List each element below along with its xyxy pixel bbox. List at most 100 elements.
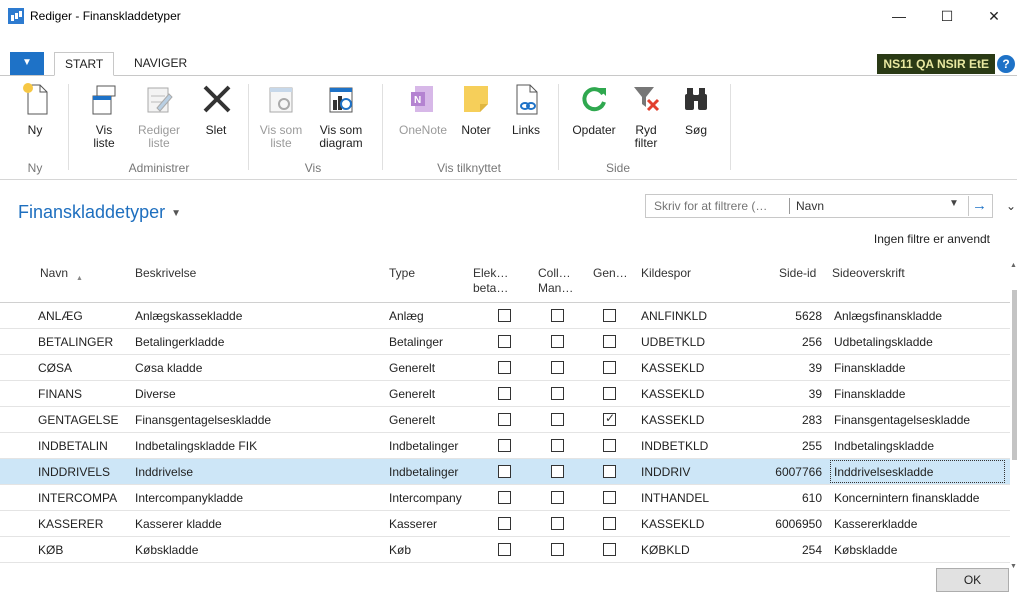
cell-kildespor[interactable]: KASSEKLD [641, 387, 704, 401]
table-row[interactable]: FINANS Diverse Generelt KASSEKLD Finanskladd… [0, 381, 1010, 407]
checkbox-elek[interactable] [498, 361, 511, 374]
cell-beskrivelse[interactable]: Diverse [135, 387, 176, 401]
cell-side-id[interactable]: 5628 [730, 309, 822, 323]
checkbox-gen[interactable] [603, 387, 616, 400]
cell-sideoverskrift[interactable]: Koncernintern finanskladde [834, 491, 979, 505]
noter-button[interactable]: Noter [458, 82, 494, 137]
vertical-scrollbar[interactable] [1010, 262, 1017, 572]
cell-type[interactable]: Generelt [389, 387, 435, 401]
checkbox-coll[interactable] [551, 335, 564, 348]
file-menu-button[interactable]: ▼ [10, 52, 44, 75]
checkbox-coll[interactable] [551, 309, 564, 322]
cell-side-id[interactable]: 256 [730, 335, 822, 349]
cell-sideoverskrift[interactable]: Finansgentagelseskladde [834, 413, 970, 427]
links-button[interactable]: Links [508, 82, 544, 137]
cell-side-id[interactable]: 39 [730, 387, 822, 401]
cell-beskrivelse[interactable]: Købskladde [135, 543, 198, 557]
cell-beskrivelse[interactable]: Cøsa kladde [135, 361, 202, 375]
tab-naviger[interactable]: NAVIGER [124, 52, 197, 76]
cell-side-id[interactable]: 610 [730, 491, 822, 505]
cell-navn[interactable]: ANLÆG [38, 309, 83, 323]
rediger-liste-button[interactable]: Rediger liste [134, 82, 184, 150]
checkbox-gen[interactable] [603, 309, 616, 322]
cell-type[interactable]: Anlæg [389, 309, 424, 323]
page-title[interactable]: Finanskladdetyper ▼ [18, 202, 181, 223]
cell-navn[interactable]: INTERCOMPA [38, 491, 117, 505]
cell-type[interactable]: Kasserer [389, 517, 437, 531]
column-header-beskrivelse[interactable]: Beskrivelse [135, 266, 196, 281]
maximize-button[interactable]: ☐ [924, 0, 970, 32]
ok-button[interactable]: OK [936, 568, 1009, 592]
cell-kildespor[interactable]: KASSEKLD [641, 361, 704, 375]
cell-beskrivelse[interactable]: Inddrivelse [135, 465, 193, 479]
close-button[interactable]: ✕ [971, 0, 1017, 32]
checkbox-elek[interactable] [498, 465, 511, 478]
cell-beskrivelse[interactable]: Betalingerkladde [135, 335, 224, 349]
cell-side-id[interactable]: 283 [730, 413, 822, 427]
cell-beskrivelse[interactable]: Kasserer kladde [135, 517, 222, 531]
cell-side-id[interactable]: 255 [730, 439, 822, 453]
opdater-button[interactable]: Opdater [568, 82, 620, 137]
checkbox-gen[interactable] [603, 411, 616, 426]
checkbox-gen[interactable] [603, 439, 616, 452]
cell-navn[interactable]: BETALINGER [38, 335, 113, 349]
arrow-right-icon[interactable]: → [968, 196, 990, 216]
filter-field-select[interactable]: Navn [796, 199, 824, 213]
table-row[interactable]: KØB Købskladde Køb KØBKLD Købskladde 254 [0, 537, 1010, 563]
cell-type[interactable]: Intercompany [389, 491, 462, 505]
cell-sideoverskrift[interactable]: Finanskladde [834, 387, 905, 401]
column-header-type[interactable]: Type [389, 266, 415, 281]
chevron-down-icon[interactable]: ▼ [171, 208, 181, 219]
filter-input[interactable] [646, 195, 788, 217]
table-row[interactable]: KASSERER Kasserer kladde Kasserer KASSEKLD K… [0, 511, 1010, 537]
checkbox-elek[interactable] [498, 335, 511, 348]
cell-kildespor[interactable]: INDBETKLD [641, 439, 708, 453]
cell-type[interactable]: Indbetalinger [389, 465, 458, 479]
cell-type[interactable]: Generelt [389, 361, 435, 375]
checkbox-coll[interactable] [551, 387, 564, 400]
column-header-sideoverskrift[interactable]: Sideoverskrift [832, 266, 905, 281]
cell-sideoverskrift[interactable]: Kassererkladde [834, 517, 917, 531]
checkbox-gen[interactable] [603, 361, 616, 374]
table-row[interactable]: BETALINGER Betalingerkladde Betalinger UDBE… [0, 329, 1010, 355]
table-row[interactable]: INTERCOMPA Intercompanykladde Intercompany… [0, 485, 1010, 511]
cell-type[interactable]: Køb [389, 543, 411, 557]
column-header-kildespor[interactable]: Kildespor [641, 266, 691, 281]
cell-side-id[interactable]: 6006950 [730, 517, 822, 531]
chevron-down-icon[interactable]: ▼ [949, 198, 959, 209]
checkbox-elek[interactable] [498, 387, 511, 400]
table-row[interactable]: CØSA Cøsa kladde Generelt KASSEKLD Finanskla… [0, 355, 1010, 381]
scroll-down-icon[interactable]: ▼ [1010, 563, 1017, 570]
table-row[interactable]: INDBETALIN Indbetalingskladde FIK Indbetal… [0, 433, 1010, 459]
checkbox-coll[interactable] [551, 439, 564, 452]
cell-kildespor[interactable]: KASSEKLD [641, 413, 704, 427]
cell-sideoverskrift[interactable]: Købskladde [834, 543, 897, 557]
cell-kildespor[interactable]: INDDRIV [641, 465, 690, 479]
checkbox-elek[interactable] [498, 543, 511, 556]
checkbox-gen[interactable] [603, 335, 616, 348]
cell-kildespor[interactable]: KASSEKLD [641, 517, 704, 531]
cell-kildespor[interactable]: UDBETKLD [641, 335, 705, 349]
cell-beskrivelse[interactable]: Intercompanykladde [135, 491, 243, 505]
cell-beskrivelse[interactable]: Anlægskassekladde [135, 309, 242, 323]
minimize-button[interactable]: — [876, 0, 922, 32]
vis-som-liste-button[interactable]: Vis som liste [256, 82, 306, 150]
cell-kildespor[interactable]: INTHANDEL [641, 491, 709, 505]
cell-type[interactable]: Generelt [389, 413, 435, 427]
checkbox-coll[interactable] [551, 361, 564, 374]
cell-side-id[interactable]: 39 [730, 361, 822, 375]
cell-kildespor[interactable]: ANLFINKLD [641, 309, 707, 323]
tab-start[interactable]: START [54, 52, 115, 76]
cell-navn[interactable]: KASSERER [38, 517, 103, 531]
checkbox-coll[interactable] [551, 517, 564, 530]
cell-navn[interactable]: GENTAGELSE [38, 413, 118, 427]
cell-side-id[interactable]: 254 [730, 543, 822, 557]
checkbox-elek[interactable] [498, 309, 511, 322]
onenote-button[interactable]: N OneNote [394, 82, 452, 137]
checkbox-gen[interactable] [603, 517, 616, 530]
cell-side-id[interactable]: 6007766 [730, 465, 822, 479]
table-row[interactable]: INDDRIVELS Inddrivelse Indbetalinger INDDRI… [0, 459, 1010, 485]
checkbox-coll[interactable] [551, 465, 564, 478]
checkbox-elek[interactable] [498, 413, 511, 426]
cell-kildespor[interactable]: KØBKLD [641, 543, 690, 557]
